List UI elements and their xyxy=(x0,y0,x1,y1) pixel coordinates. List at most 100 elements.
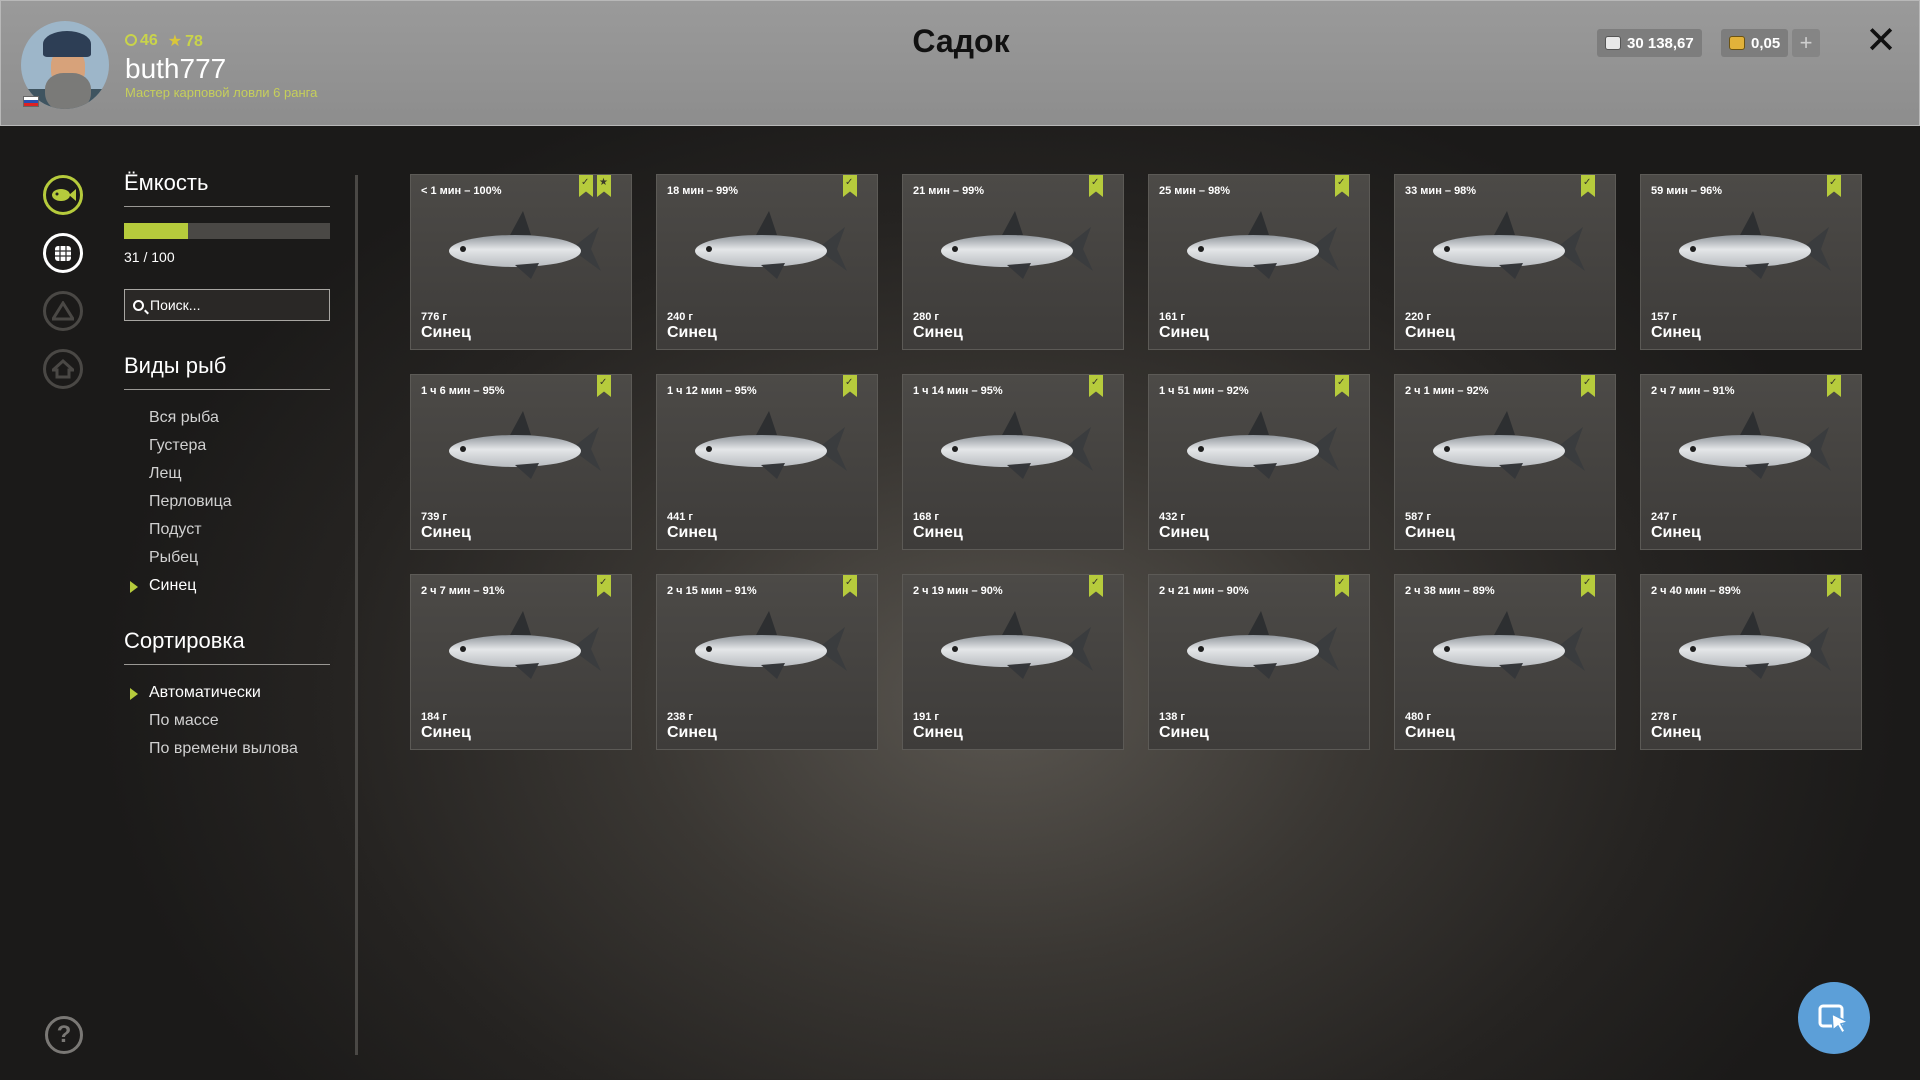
panel-divider xyxy=(355,175,358,1055)
species-item[interactable]: Вся рыба xyxy=(124,404,330,432)
catch-card[interactable]: 2 ч 1 мин – 92% ✓ 587 г Синец xyxy=(1394,374,1616,550)
keep-bookmark-icon[interactable]: ✓ xyxy=(843,375,857,397)
catch-weight: 480 г xyxy=(1405,711,1431,723)
filter-panel: Ёмкость 31 / 100 Виды рыб Вся рыба Густер… xyxy=(124,170,330,763)
catch-card[interactable]: 2 ч 38 мин – 89% ✓ 480 г Синец xyxy=(1394,574,1616,750)
sort-item[interactable]: По массе xyxy=(124,707,330,735)
keep-bookmark-icon[interactable]: ✓ xyxy=(1581,375,1595,397)
species-item[interactable]: Рыбец xyxy=(124,544,330,572)
keep-bookmark-icon[interactable]: ✓ xyxy=(1827,375,1841,397)
cursor-mode-button[interactable] xyxy=(1798,982,1870,1054)
keep-bookmark-icon[interactable]: ✓ xyxy=(1089,575,1103,597)
catch-name: Синец xyxy=(421,324,471,341)
close-button[interactable]: ✕ xyxy=(1863,21,1899,61)
species-item[interactable]: Перловица xyxy=(124,488,330,516)
catch-card[interactable]: 25 мин – 98% ✓ 161 г Синец xyxy=(1148,174,1370,350)
keep-bookmark-icon[interactable]: ✓ xyxy=(1581,175,1595,197)
sort-item[interactable]: По времени вылова xyxy=(124,735,330,763)
catch-time: 1 ч 6 мин – 95% xyxy=(421,385,505,397)
catch-time: 2 ч 19 мин – 90% xyxy=(913,585,1003,597)
catch-card[interactable]: 21 мин – 99% ✓ 280 г Синец xyxy=(902,174,1124,350)
species-label: Лещ xyxy=(149,465,182,482)
selected-arrow-icon xyxy=(130,688,138,700)
sort-item[interactable]: Автоматически xyxy=(124,679,330,707)
catch-name: Синец xyxy=(1651,524,1701,541)
keepnet-icon[interactable] xyxy=(43,233,83,273)
catch-weight: 278 г xyxy=(1651,711,1677,723)
catch-weight: 191 г xyxy=(913,711,939,723)
keep-bookmark-icon[interactable]: ✓ xyxy=(843,575,857,597)
keep-bookmark-icon[interactable]: ✓ xyxy=(1827,175,1841,197)
keep-bookmark-icon[interactable]: ✓ xyxy=(1089,175,1103,197)
catch-card[interactable]: 2 ч 21 мин – 90% ✓ 138 г Синец xyxy=(1148,574,1370,750)
keep-bookmark-icon[interactable]: ✓ xyxy=(1335,375,1349,397)
keep-bookmark-icon[interactable]: ✓ xyxy=(579,175,593,197)
catch-name: Синец xyxy=(913,524,963,541)
species-item[interactable]: Подуст xyxy=(124,516,330,544)
country-flag-icon xyxy=(23,96,39,107)
keep-bookmark-icon[interactable]: ✓ xyxy=(597,575,611,597)
catch-card[interactable]: 1 ч 12 мин – 95% ✓ 441 г Синец xyxy=(656,374,878,550)
catch-weight: 168 г xyxy=(913,511,939,523)
catch-name: Синец xyxy=(1651,324,1701,341)
gold-coin-icon xyxy=(1729,36,1745,50)
keep-bookmark-icon[interactable]: ✓ xyxy=(843,175,857,197)
search-box[interactable] xyxy=(124,289,330,321)
cursor-icon xyxy=(1818,1004,1851,1035)
add-currency-button[interactable]: + xyxy=(1792,29,1820,57)
keep-bookmark-icon[interactable]: ✓ xyxy=(597,375,611,397)
species-label: Рыбец xyxy=(149,549,199,566)
catch-weight: 238 г xyxy=(667,711,693,723)
catch-name: Синец xyxy=(667,524,717,541)
catch-card[interactable]: 18 мин – 99% ✓ 240 г Синец xyxy=(656,174,878,350)
catch-time: 2 ч 7 мин – 91% xyxy=(1651,385,1735,397)
species-item[interactable]: Синец xyxy=(124,572,330,600)
catch-card[interactable]: 1 ч 14 мин – 95% ✓ 168 г Синец xyxy=(902,374,1124,550)
catch-name: Синец xyxy=(1651,724,1701,741)
catch-card[interactable]: 2 ч 15 мин – 91% ✓ 238 г Синец xyxy=(656,574,878,750)
star-bookmark-icon[interactable]: ★ xyxy=(597,175,611,197)
species-item[interactable]: Лещ xyxy=(124,460,330,488)
catch-card[interactable]: 1 ч 6 мин – 95% ✓ 739 г Синец xyxy=(410,374,632,550)
catch-name: Синец xyxy=(667,324,717,341)
capacity-title: Ёмкость xyxy=(124,170,330,207)
keep-bookmark-icon[interactable]: ✓ xyxy=(1335,175,1349,197)
catch-time: 21 мин – 99% xyxy=(913,185,985,197)
catch-grid: < 1 мин – 100% ✓ ★ 776 г Синец 18 мин – 99% ✓ 2… xyxy=(410,174,1862,750)
catch-card[interactable]: 2 ч 7 мин – 91% ✓ 247 г Синец xyxy=(1640,374,1862,550)
catch-time: 2 ч 15 мин – 91% xyxy=(667,585,757,597)
gold-balance: 0,05 xyxy=(1721,29,1789,57)
catch-card[interactable]: 2 ч 40 мин – 89% ✓ 278 г Синец xyxy=(1640,574,1862,750)
catch-card[interactable]: 59 мин – 96% ✓ 157 г Синец xyxy=(1640,174,1862,350)
catch-weight: 184 г xyxy=(421,711,447,723)
keep-bookmark-icon[interactable]: ✓ xyxy=(1827,575,1841,597)
catch-card[interactable]: 33 мин – 98% ✓ 220 г Синец xyxy=(1394,174,1616,350)
catch-weight: 587 г xyxy=(1405,511,1431,523)
search-input[interactable] xyxy=(150,297,320,313)
help-icon[interactable]: ? xyxy=(45,1016,83,1054)
catch-time: 59 мин – 96% xyxy=(1651,185,1723,197)
catch-time: 2 ч 38 мин – 89% xyxy=(1405,585,1495,597)
catch-name: Синец xyxy=(1159,324,1209,341)
catch-card[interactable]: 1 ч 51 мин – 92% ✓ 432 г Синец xyxy=(1148,374,1370,550)
capacity-text: 31 / 100 xyxy=(124,249,175,265)
catch-card[interactable]: 2 ч 7 мин – 91% ✓ 184 г Синец xyxy=(410,574,632,750)
catch-card[interactable]: 2 ч 19 мин – 90% ✓ 191 г Синец xyxy=(902,574,1124,750)
keep-bookmark-icon[interactable]: ✓ xyxy=(1089,375,1103,397)
species-item[interactable]: Густера xyxy=(124,432,330,460)
keep-bookmark-icon[interactable]: ✓ xyxy=(1335,575,1349,597)
sort-title: Сортировка xyxy=(124,628,330,665)
species-label: Перловица xyxy=(149,493,232,510)
home-icon[interactable] xyxy=(43,349,83,389)
species-title: Виды рыб xyxy=(124,353,330,390)
catch-card[interactable]: < 1 мин – 100% ✓ ★ 776 г Синец xyxy=(410,174,632,350)
catch-name: Синец xyxy=(421,524,471,541)
top-bar: 46 ★ 78 buth777 Мастер карповой ловли 6 р… xyxy=(0,0,1920,126)
species-label: Подуст xyxy=(149,521,202,538)
fish-icon[interactable] xyxy=(43,175,83,215)
catch-name: Синец xyxy=(421,724,471,741)
selected-arrow-icon xyxy=(130,581,138,593)
keep-bookmark-icon[interactable]: ✓ xyxy=(1581,575,1595,597)
species-label: Вся рыба xyxy=(149,409,219,426)
camp-icon[interactable] xyxy=(43,291,83,331)
